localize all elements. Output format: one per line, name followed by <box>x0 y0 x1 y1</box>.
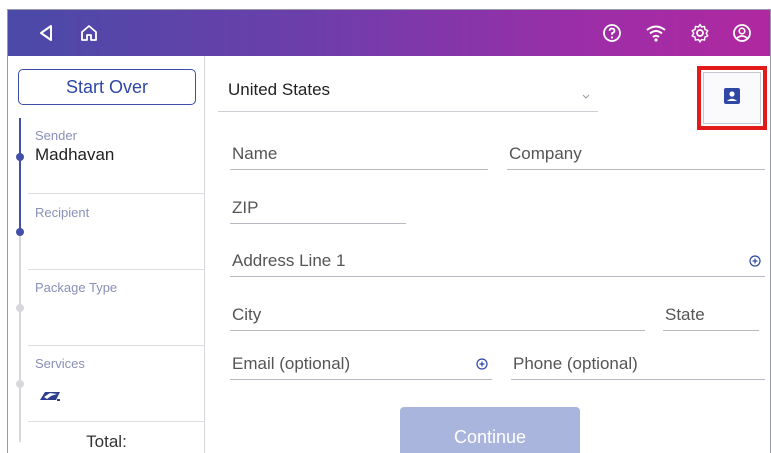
start-over-button[interactable]: Start Over <box>18 69 196 105</box>
phone-placeholder: Phone (optional) <box>513 354 638 373</box>
home-icon[interactable] <box>77 21 101 45</box>
sidebar-step-services[interactable]: Services <box>8 346 205 422</box>
top-bar <box>8 10 770 56</box>
app-window: Start Over Sender Madhavan Recipient Pac… <box>7 9 771 453</box>
name-field[interactable]: Name <box>230 130 488 170</box>
city-field[interactable]: City <box>230 291 645 331</box>
total-label: Total: <box>86 432 127 451</box>
company-field[interactable]: Company <box>507 130 765 170</box>
recipient-form: United States Name Company ZIP Address L… <box>206 56 770 453</box>
back-triangle-icon[interactable] <box>34 21 58 45</box>
email-placeholder: Email (optional) <box>232 354 351 373</box>
zip-placeholder: ZIP <box>232 198 259 217</box>
chevron-down-icon <box>582 86 590 104</box>
help-icon[interactable] <box>600 21 624 45</box>
sidebar-step-package-type[interactable]: Package Type <box>8 270 205 346</box>
usps-eagle-icon <box>38 389 62 403</box>
step-label: Sender <box>35 128 77 143</box>
state-placeholder: State <box>665 305 705 324</box>
sidebar-step-recipient[interactable]: Recipient <box>8 194 205 270</box>
contact-card-icon <box>723 87 741 110</box>
step-dot-package-type <box>16 304 24 312</box>
email-field[interactable]: Email (optional) <box>230 340 492 380</box>
wifi-icon[interactable] <box>644 21 668 45</box>
step-label: Services <box>35 356 85 371</box>
step-dot-recipient <box>16 228 24 236</box>
address-line-1-field[interactable]: Address Line 1 <box>230 237 765 277</box>
state-field[interactable]: State <box>663 291 759 331</box>
address-book-button-highlight <box>697 66 767 130</box>
phone-field[interactable]: Phone (optional) <box>511 340 765 380</box>
country-select[interactable]: United States <box>218 66 598 112</box>
step-dot-sender <box>16 153 24 161</box>
add-email-icon[interactable] <box>476 357 488 375</box>
address-book-button[interactable] <box>703 72 761 124</box>
add-address-line-icon[interactable] <box>749 254 761 272</box>
gear-icon[interactable] <box>688 21 712 45</box>
continue-button[interactable]: Continue <box>400 407 580 453</box>
sidebar-step-sender[interactable]: Sender Madhavan <box>8 118 205 194</box>
account-icon[interactable] <box>730 21 754 45</box>
zip-field[interactable]: ZIP <box>230 184 406 224</box>
city-placeholder: City <box>232 305 262 324</box>
step-label: Package Type <box>35 280 118 295</box>
sidebar: Start Over Sender Madhavan Recipient Pac… <box>8 56 205 453</box>
name-placeholder: Name <box>232 144 278 163</box>
sender-name: Madhavan <box>35 145 115 164</box>
step-dot-services <box>16 380 24 388</box>
company-placeholder: Company <box>509 144 582 163</box>
address-line-1-placeholder: Address Line 1 <box>232 251 346 270</box>
step-label: Recipient <box>35 205 90 220</box>
country-value: United States <box>228 80 331 99</box>
